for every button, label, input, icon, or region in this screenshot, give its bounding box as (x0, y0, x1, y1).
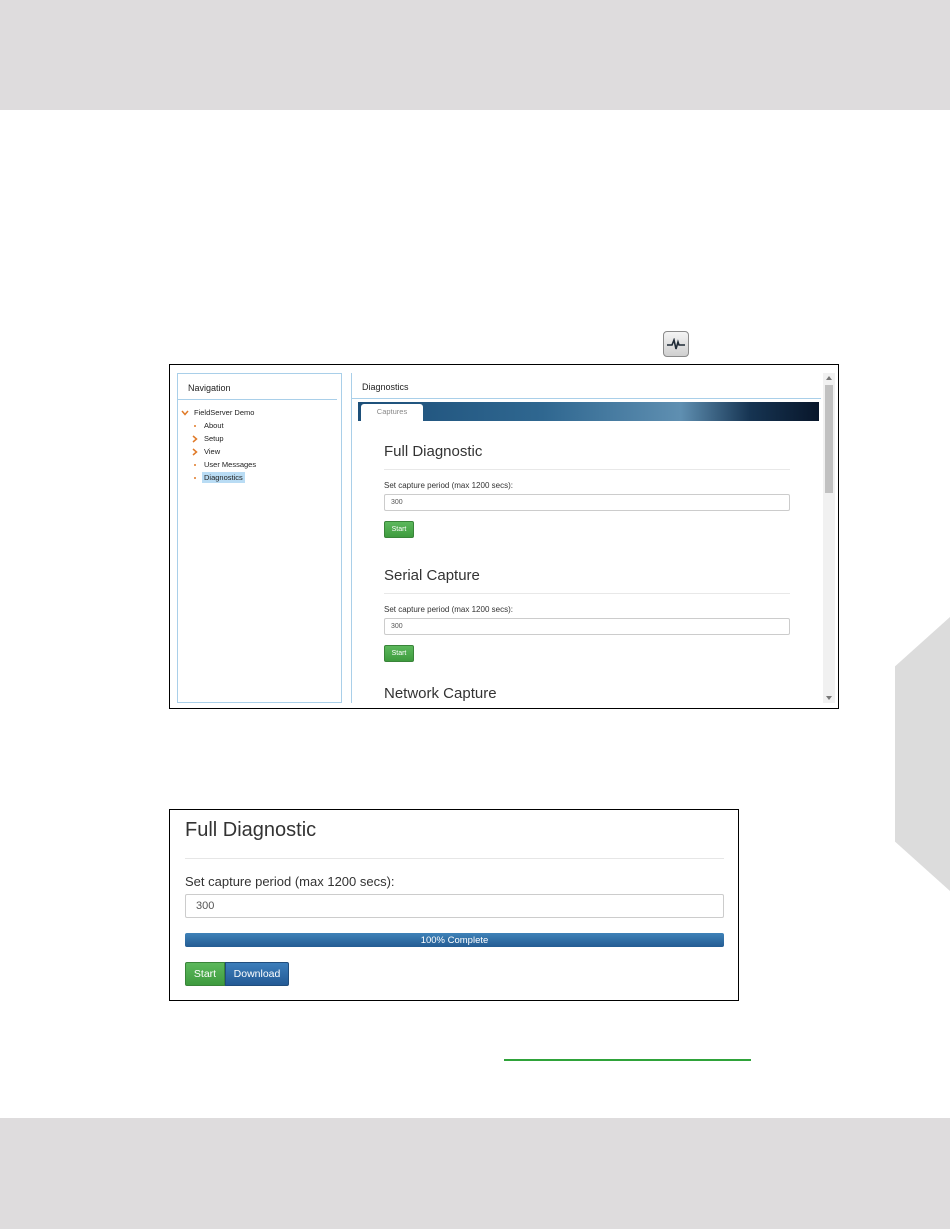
tree-item-view[interactable]: View (178, 445, 341, 458)
navigation-pane: Navigation FieldServer Demo About Setup (177, 373, 342, 703)
tree-item-label: About (204, 421, 224, 430)
network-capture-heading: Network Capture (384, 685, 497, 702)
link-underline (504, 1059, 751, 1061)
full-diagnostic-complete-screenshot: Full Diagnostic Set capture period (max … (169, 809, 739, 1001)
diagnostics-pane: Diagnostics Captures Full Diagnostic Set… (351, 373, 835, 703)
scroll-down-icon[interactable] (823, 693, 835, 703)
page-side-tab (895, 617, 950, 891)
section-heading: Serial Capture (384, 567, 480, 584)
capture-period-label: Set capture period (max 1200 secs): (185, 874, 395, 889)
full-diagnostic-section: Full Diagnostic Set capture period (max … (384, 439, 790, 538)
page-header-band (0, 0, 950, 110)
progress-text: 100% Complete (420, 934, 489, 946)
navigation-tree: FieldServer Demo About Setup View User M… (178, 406, 341, 484)
capture-button-group: Start Download (185, 962, 289, 986)
chevron-right-icon[interactable] (190, 434, 200, 443)
tree-item-about[interactable]: About (178, 419, 341, 432)
tree-item-label: View (204, 447, 221, 456)
progress-fill: 100% Complete (185, 933, 724, 947)
tree-item-diagnostics[interactable]: Diagnostics (178, 471, 341, 484)
start-button[interactable]: Start (384, 645, 414, 662)
tab-bar: Captures (358, 402, 819, 421)
divider (384, 469, 790, 470)
capture-period-input[interactable]: 300 (185, 894, 724, 918)
capture-period-label: Set capture period (max 1200 secs): (384, 605, 513, 614)
diagnostics-waveform-icon (667, 338, 685, 350)
scroll-up-icon[interactable] (823, 373, 835, 383)
capture-period-input[interactable]: 300 (384, 618, 790, 635)
tree-item-label: User Messages (204, 460, 257, 469)
chevron-right-icon[interactable] (190, 447, 200, 456)
tree-item-label: Diagnostics (202, 472, 245, 483)
serial-capture-section: Serial Capture Set capture period (max 1… (384, 563, 790, 662)
tab-captures[interactable]: Captures (361, 404, 423, 421)
diagnostics-button[interactable] (663, 331, 689, 357)
progress-bar: 100% Complete (185, 933, 724, 947)
divider (384, 593, 790, 594)
capture-period-input[interactable]: 300 (384, 494, 790, 511)
section-heading: Full Diagnostic (384, 443, 483, 460)
tree-item-label: Setup (204, 434, 224, 443)
capture-period-label: Set capture period (max 1200 secs): (384, 481, 513, 490)
tree-item-fieldserver-demo[interactable]: FieldServer Demo (178, 406, 341, 419)
tree-item-label: FieldServer Demo (194, 408, 255, 417)
start-button[interactable]: Start (185, 962, 225, 986)
scroll-thumb[interactable] (825, 385, 833, 493)
chevron-down-icon[interactable] (180, 410, 190, 416)
bullet-icon (190, 476, 200, 479)
divider (185, 858, 724, 859)
diagnostics-screenshot: Navigation FieldServer Demo About Setup (169, 364, 839, 709)
start-button[interactable]: Start (384, 521, 414, 538)
download-button[interactable]: Download (225, 962, 289, 986)
bullet-icon (190, 463, 200, 466)
diagnostics-title: Diagnostics (352, 373, 821, 399)
navigation-title: Navigation (178, 374, 337, 400)
tree-item-user-messages[interactable]: User Messages (178, 458, 341, 471)
full-diagnostic-heading: Full Diagnostic (185, 819, 317, 841)
scrollbar[interactable] (823, 373, 835, 703)
bullet-icon (190, 424, 200, 427)
tree-item-setup[interactable]: Setup (178, 432, 341, 445)
page-footer-band (0, 1118, 950, 1229)
